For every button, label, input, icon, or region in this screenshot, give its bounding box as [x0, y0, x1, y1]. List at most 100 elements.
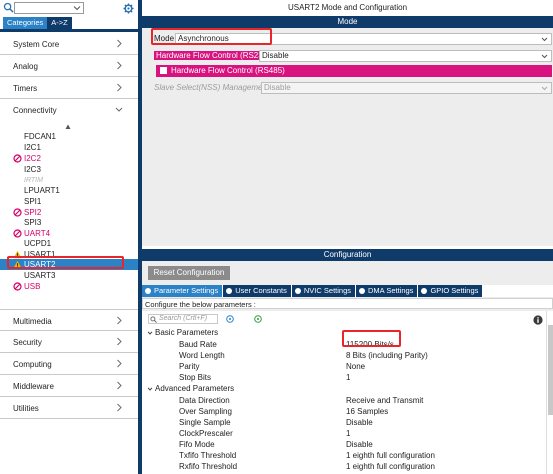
param-value[interactable]: None: [346, 361, 365, 372]
param-value[interactable]: 8 Bits (including Parity): [346, 350, 428, 361]
baud-rate-highlight-box: [342, 330, 401, 347]
category-label: Middleware: [13, 382, 54, 391]
category-computing[interactable]: Computing: [0, 353, 138, 375]
peripheral-item-irtim[interactable]: IRTIM: [0, 175, 138, 186]
param-value[interactable]: 1 eighth full configuration: [346, 450, 435, 461]
param-name: Word Length: [179, 351, 225, 360]
group-advanced-parameters[interactable]: Advanced Parameters: [142, 383, 546, 394]
param-value[interactable]: Disable: [346, 417, 373, 428]
hw-flow-rs485-row[interactable]: Hardware Flow Control (RS485): [156, 65, 552, 77]
category-utilities[interactable]: Utilities: [0, 397, 138, 419]
hw-flow-rs485-label: Hardware Flow Control (RS485): [171, 66, 285, 75]
peripheral-label: IRTIM: [24, 177, 43, 184]
tab-a-to-z[interactable]: A->Z: [47, 17, 72, 29]
category-connectivity[interactable]: Connectivity: [0, 99, 138, 121]
tree-search-input[interactable]: [14, 2, 84, 14]
peripheral-label: USB: [24, 282, 41, 291]
param-row-single-sample[interactable]: Single Sample Disable: [142, 417, 546, 428]
chevron-down-icon: [147, 331, 153, 335]
chevron-down-icon: [541, 37, 548, 42]
param-row-over-sampling[interactable]: Over Sampling 16 Samples: [142, 406, 546, 417]
slave-select-select[interactable]: Disable: [261, 82, 552, 94]
peripheral-item-usb[interactable]: USB: [0, 281, 138, 292]
param-name: Over Sampling: [179, 407, 232, 416]
stm32cubemx-window: Categories A->Z System Core Analog Timer…: [0, 0, 553, 474]
param-row-data-direction[interactable]: Data Direction Receive and Transmit: [142, 395, 546, 406]
tab-dma-settings[interactable]: DMA Settings: [356, 285, 418, 297]
chevron-right-icon: [117, 403, 122, 412]
gear-icon[interactable]: [123, 3, 134, 14]
peripheral-item-i2c3[interactable]: I2C3: [0, 164, 138, 175]
peripheral-item-ucpd1[interactable]: UCPD1: [0, 238, 138, 249]
tab-user-constants[interactable]: User Constants: [223, 285, 291, 297]
error-icon: [13, 282, 22, 291]
param-value[interactable]: 16 Samples: [346, 406, 388, 417]
check-dot-icon: [226, 287, 233, 294]
chevron-right-icon: [117, 316, 122, 325]
category-label: Timers: [13, 84, 38, 93]
param-value[interactable]: 1: [346, 372, 350, 383]
category-system-core[interactable]: System Core: [0, 33, 138, 55]
tab-parameter-settings[interactable]: Parameter Settings: [142, 285, 223, 297]
param-name: Stop Bits: [179, 373, 212, 382]
tab-label: Parameter Settings: [154, 286, 219, 295]
search-icon[interactable]: [3, 2, 14, 13]
param-value[interactable]: Disable: [346, 439, 373, 450]
peripheral-label: SPI2: [24, 208, 42, 217]
param-name: Single Sample: [179, 418, 231, 427]
peripheral-item-uart4[interactable]: UART4: [0, 228, 138, 239]
category-middleware[interactable]: Middleware: [0, 375, 138, 397]
peripheral-item-fdcan1[interactable]: FDCAN1: [0, 131, 138, 142]
param-value[interactable]: 1 eighth full configuration: [346, 461, 435, 472]
check-dot-icon: [359, 287, 365, 294]
chevron-down-icon: [115, 107, 123, 112]
mode-highlight-box: [151, 28, 272, 45]
chevron-right-icon: [117, 61, 122, 70]
tab-nvic-settings[interactable]: NVIC Settings: [291, 285, 355, 297]
tab-categories[interactable]: Categories: [3, 17, 48, 29]
info-icon[interactable]: [533, 315, 543, 325]
param-row-word-length[interactable]: Word Length 8 Bits (including Parity): [142, 350, 546, 361]
category-multimedia[interactable]: Multimedia: [0, 309, 138, 331]
tab-gpio-settings[interactable]: GPIO Settings: [418, 285, 483, 297]
error-icon: [13, 229, 22, 238]
category-security[interactable]: Security: [0, 331, 138, 353]
param-value[interactable]: 1: [346, 428, 350, 439]
category-analog[interactable]: Analog: [0, 55, 138, 77]
scrollbar-thumb[interactable]: [548, 325, 553, 415]
sort-up-icon[interactable]: [65, 124, 71, 130]
check-dot-icon: [421, 287, 428, 294]
param-name: Rxfifo Threshold: [179, 462, 238, 471]
param-name: Fifo Mode: [179, 440, 215, 449]
tree-view-tabs: Categories A->Z: [3, 17, 72, 29]
category-label: Utilities: [13, 404, 39, 413]
peripheral-item-lpuart1[interactable]: LPUART1: [0, 185, 138, 196]
peripheral-item-i2c2[interactable]: I2C2: [0, 153, 138, 164]
hw-flow-rs485-checkbox[interactable]: [160, 67, 167, 74]
chevron-down-icon: [147, 387, 153, 391]
param-row-parity[interactable]: Parity None: [142, 361, 546, 372]
category-timers[interactable]: Timers: [0, 77, 138, 99]
parameter-scrollbar[interactable]: [546, 311, 553, 474]
collapse-all-icon[interactable]: [226, 315, 234, 323]
param-name: Data Direction: [179, 396, 230, 405]
param-value[interactable]: Receive and Transmit: [346, 395, 423, 406]
param-row-txfifo-threshold[interactable]: Txfifo Threshold 1 eighth full configurat…: [142, 450, 546, 461]
chevron-down-icon[interactable]: [73, 4, 81, 12]
peripheral-item-i2c1[interactable]: I2C1: [0, 142, 138, 153]
peripheral-item-spi3[interactable]: SPI3: [0, 217, 138, 228]
expand-all-icon[interactable]: [254, 315, 262, 323]
param-row-clock-prescaler[interactable]: ClockPrescaler 1: [142, 428, 546, 439]
param-row-stop-bits[interactable]: Stop Bits 1: [142, 372, 546, 383]
parameter-search-input[interactable]: Search (Crtl+F): [148, 314, 218, 324]
peripheral-item-spi1[interactable]: SPI1: [0, 196, 138, 207]
peripheral-item-usart3[interactable]: USART3: [0, 270, 138, 281]
param-row-rxfifo-threshold[interactable]: Rxfifo Threshold 1 eighth full configurat…: [142, 461, 546, 472]
peripheral-item-spi2[interactable]: SPI2: [0, 207, 138, 218]
reset-configuration-button[interactable]: Reset Configuration: [148, 266, 230, 280]
category-label: Analog: [13, 62, 38, 71]
hw-flow-rs232-value: Disable: [262, 51, 289, 60]
param-name: Baud Rate: [179, 340, 217, 349]
param-row-fifo-mode[interactable]: Fifo Mode Disable: [142, 439, 546, 450]
hw-flow-rs232-select[interactable]: Disable: [259, 50, 552, 62]
